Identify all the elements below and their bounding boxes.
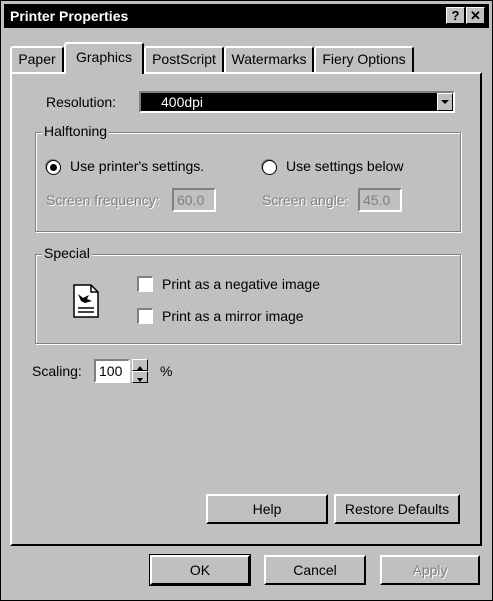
restore-defaults-button[interactable]: Restore Defaults	[334, 494, 460, 524]
screen-angle-field[interactable]: 45.0	[358, 188, 402, 212]
resolution-select[interactable]: 400dpi	[139, 91, 455, 113]
mirror-image-label[interactable]: Print as a mirror image	[162, 308, 304, 324]
spin-up-button[interactable]	[132, 359, 148, 371]
resolution-label: Resolution:	[46, 94, 117, 110]
ok-button[interactable]: OK	[149, 554, 251, 586]
resolution-value: 400dpi	[161, 94, 204, 110]
use-printer-settings-label[interactable]: Use printer's settings.	[70, 158, 204, 174]
scaling-unit: %	[160, 363, 173, 379]
tab-watermarks[interactable]: Watermarks	[224, 46, 314, 72]
cancel-button[interactable]: Cancel	[264, 555, 366, 585]
chevron-down-icon	[441, 100, 449, 104]
close-title-button[interactable]: ✕	[466, 7, 485, 24]
scaling-input[interactable]: 100	[94, 359, 130, 383]
scaling-label: Scaling:	[32, 363, 82, 379]
scaling-spinner[interactable]	[132, 359, 148, 383]
use-settings-below-radio[interactable]	[262, 160, 277, 175]
tab-graphics[interactable]: Graphics	[64, 42, 144, 74]
use-settings-below-label[interactable]: Use settings below	[286, 158, 404, 174]
halftoning-legend: Halftoning	[42, 123, 110, 139]
halftoning-group	[35, 132, 461, 232]
screen-frequency-label: Screen frequency:	[46, 192, 160, 208]
document-bird-icon	[72, 284, 100, 318]
use-printer-settings-radio[interactable]	[46, 160, 61, 175]
screen-angle-label: Screen angle:	[262, 192, 349, 208]
graphics-panel: Resolution: 400dpi Halftoning Use printe…	[10, 72, 482, 546]
screen-frequency-field[interactable]: 60.0	[172, 188, 216, 212]
special-legend: Special	[42, 245, 92, 261]
printer-properties-dialog: Printer Properties ? ✕ Paper Graphics Po…	[0, 0, 493, 601]
title-bar[interactable]: Printer Properties ? ✕	[4, 4, 489, 28]
help-button[interactable]: Help	[206, 494, 328, 524]
negative-image-checkbox[interactable]	[137, 276, 153, 292]
apply-button[interactable]: Apply	[380, 555, 480, 585]
dropdown-arrow-button[interactable]	[437, 93, 453, 111]
mirror-image-checkbox[interactable]	[137, 308, 153, 324]
arrow-down-icon	[137, 378, 143, 382]
spin-down-button[interactable]	[132, 371, 148, 383]
tab-paper[interactable]: Paper	[10, 46, 64, 72]
window-title: Printer Properties	[10, 8, 129, 24]
tab-postscript[interactable]: PostScript	[144, 46, 224, 72]
tab-fiery-options[interactable]: Fiery Options	[314, 46, 414, 72]
negative-image-label[interactable]: Print as a negative image	[162, 276, 320, 292]
help-title-button[interactable]: ?	[446, 7, 465, 24]
